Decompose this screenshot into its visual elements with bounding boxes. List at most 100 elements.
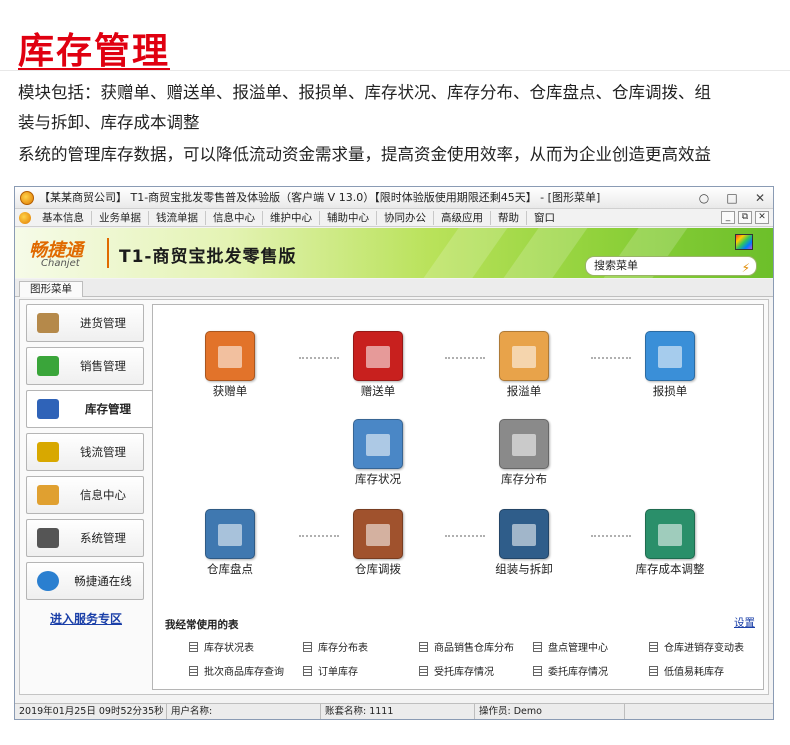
globe-icon xyxy=(37,571,59,591)
mdi-minimize-icon[interactable]: _ xyxy=(721,211,735,224)
status-account: 账套名称: 1111 xyxy=(321,704,475,719)
favorite-label: 低值易耗库存 xyxy=(664,667,724,678)
flow-loss[interactable]: 报损单 xyxy=(615,331,725,399)
close-icon[interactable]: ✕ xyxy=(753,187,767,209)
sidebar-item-label: 畅捷通在线 xyxy=(74,574,132,588)
sidebar-item-cashflow[interactable]: 钱流管理 xyxy=(26,433,144,471)
flow-label: 获赠单 xyxy=(212,384,248,398)
brand-separator xyxy=(107,238,109,268)
menu-business-docs[interactable]: 业务单据 xyxy=(92,210,149,225)
menu-maintenance[interactable]: 维护中心 xyxy=(263,210,320,225)
purchase-icon xyxy=(37,313,59,333)
sidebar-item-label: 进货管理 xyxy=(80,316,126,330)
sidebar-item-inventory[interactable]: 库存管理 xyxy=(26,390,153,428)
favorite-label: 库存分布表 xyxy=(318,643,368,654)
menu-cashflow-docs[interactable]: 钱流单据 xyxy=(149,210,206,225)
flow-label: 仓库盘点 xyxy=(207,562,253,576)
sidebar-item-system[interactable]: 系统管理 xyxy=(26,519,144,557)
theme-color-icon[interactable] xyxy=(735,234,753,250)
menu-basic-info[interactable]: 基本信息 xyxy=(35,210,92,225)
envelope-icon xyxy=(37,485,59,505)
menu-auxiliary[interactable]: 辅助中心 xyxy=(320,210,377,225)
flow-assembly[interactable]: 组装与拆卸 xyxy=(469,509,579,577)
brand-logo-english: Chanjet xyxy=(41,258,80,269)
menu-help[interactable]: 帮助 xyxy=(491,210,527,225)
status-operator: 操作员: Demo xyxy=(475,704,625,719)
app-icon xyxy=(20,191,34,205)
flow-cost-adjust[interactable]: 库存成本调整 xyxy=(615,509,725,577)
warehouse-worker-icon xyxy=(205,509,255,559)
sidebar-item-info-center[interactable]: 信息中心 xyxy=(26,476,144,514)
menu-app-icon xyxy=(19,211,31,224)
search-label: 搜索菜单 xyxy=(594,259,638,272)
favorite-report[interactable]: 委托库存情况 xyxy=(533,663,608,678)
favorite-label: 订单库存 xyxy=(318,667,358,678)
favorite-report[interactable]: 批次商品库存查询 xyxy=(189,663,284,678)
flow-warehouse-count[interactable]: 仓库盘点 xyxy=(175,509,285,577)
sidebar-item-label: 信息中心 xyxy=(80,488,126,502)
main-content: 进货管理 销售管理 库存管理 钱流管理 信息中心 系统管理 畅捷通在线 进入服务… xyxy=(19,299,769,695)
sidebar-item-purchase[interactable]: 进货管理 xyxy=(26,304,144,342)
inventory-grid-icon xyxy=(37,399,59,419)
document-icon xyxy=(303,665,312,676)
mdi-controls: _ ⧉ ✕ xyxy=(721,211,769,224)
window-title: 【某某商贸公司】 T1-商贸宝批发零售普及体验版（客户端 V 13.0）【限时体… xyxy=(39,191,601,204)
product-banner: 畅捷通 Chanjet T1-商贸宝批发零售版 搜索菜单 ⚡ xyxy=(15,228,773,278)
favorites-settings-link[interactable]: 设置 xyxy=(734,615,755,630)
status-bar: 2019年01月25日 09时52分35秒 用户名称: 账套名称: 1111 操… xyxy=(15,703,773,719)
document-icon xyxy=(533,665,542,676)
inventory-panel: 获赠单 赠送单 报溢单 报损单 库存状况 库存分布 仓库盘点 仓库调拨 组装与拆… xyxy=(152,304,764,690)
favorite-report[interactable]: 仓库进销存变动表 xyxy=(649,639,744,654)
flow-gift-receipt[interactable]: 获赠单 xyxy=(175,331,285,399)
mdi-close-icon[interactable]: ✕ xyxy=(755,211,769,224)
document-icon xyxy=(649,665,658,676)
flow-label: 库存成本调整 xyxy=(635,562,705,576)
menu-advanced[interactable]: 高级应用 xyxy=(434,210,491,225)
flow-inventory-status[interactable]: 库存状况 xyxy=(323,419,433,487)
flow-label: 报溢单 xyxy=(506,384,542,398)
tab-bar: 图形菜单 xyxy=(15,279,773,297)
service-zone-link[interactable]: 进入服务专区 xyxy=(50,610,122,627)
lightning-icon[interactable]: ⚡ xyxy=(742,259,750,277)
favorite-report[interactable]: 受托库存情况 xyxy=(419,663,494,678)
flow-gift-send[interactable]: 赠送单 xyxy=(323,331,433,399)
menu-collaboration[interactable]: 协同办公 xyxy=(377,210,434,225)
favorite-label: 批次商品库存查询 xyxy=(204,667,284,678)
flow-warehouse-transfer[interactable]: 仓库调拨 xyxy=(323,509,433,577)
sidebar-item-sales[interactable]: 销售管理 xyxy=(26,347,144,385)
mdi-restore-icon[interactable]: ⧉ xyxy=(738,211,752,224)
search-menu-input[interactable]: 搜索菜单 ⚡ xyxy=(585,256,757,276)
flow-inventory-distribution[interactable]: 库存分布 xyxy=(469,419,579,487)
gift-receipt-icon xyxy=(205,331,255,381)
window-controls: ○ □ ✕ xyxy=(697,187,767,209)
inventory-status-icon xyxy=(353,419,403,469)
tab-graphic-menu[interactable]: 图形菜单 xyxy=(19,281,83,297)
maximize-icon[interactable]: □ xyxy=(725,187,739,209)
page-title: 库存管理 xyxy=(18,30,171,72)
flow-label: 库存分布 xyxy=(501,472,547,486)
crane-icon xyxy=(499,509,549,559)
favorite-label: 库存状况表 xyxy=(204,643,254,654)
favorite-report[interactable]: 订单库存 xyxy=(303,663,358,678)
favorite-report[interactable]: 库存分布表 xyxy=(303,639,368,654)
favorite-report[interactable]: 盘点管理中心 xyxy=(533,639,608,654)
flow-label: 仓库调拨 xyxy=(355,562,401,576)
settings-sliders-icon xyxy=(37,528,59,548)
menu-info-center[interactable]: 信息中心 xyxy=(206,210,263,225)
document-icon xyxy=(303,641,312,652)
favorite-report[interactable]: 低值易耗库存 xyxy=(649,663,724,678)
sidebar-item-label: 销售管理 xyxy=(80,359,126,373)
sidebar-item-label: 系统管理 xyxy=(80,531,126,545)
favorite-report[interactable]: 库存状况表 xyxy=(189,639,254,654)
minimize-icon[interactable]: ○ xyxy=(697,187,711,209)
document-icon xyxy=(189,641,198,652)
menu-window[interactable]: 窗口 xyxy=(527,211,562,225)
flow-overflow[interactable]: 报溢单 xyxy=(469,331,579,399)
flow-label: 库存状况 xyxy=(355,472,401,486)
flow-label: 赠送单 xyxy=(360,384,396,398)
status-user: 用户名称: xyxy=(167,704,321,719)
sidebar-item-online[interactable]: 畅捷通在线 xyxy=(26,562,144,600)
favorite-report[interactable]: 商品销售仓库分布 xyxy=(419,639,514,654)
favorite-label: 仓库进销存变动表 xyxy=(664,643,744,654)
favorite-label: 委托库存情况 xyxy=(548,667,608,678)
